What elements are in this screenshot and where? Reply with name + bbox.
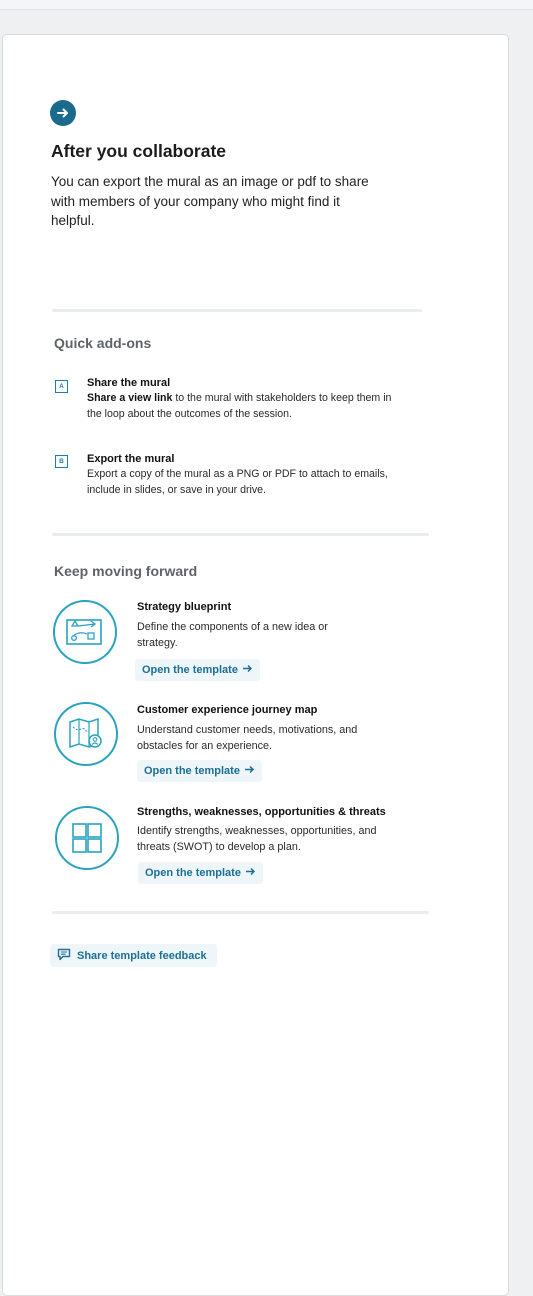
top-bar	[0, 0, 533, 10]
swot-grid-icon[interactable]	[55, 806, 119, 870]
template-title: Strategy blueprint	[137, 601, 232, 613]
template-description: Identify strengths, weaknesses, opportun…	[137, 825, 377, 853]
template-description: Understand customer needs, motivations, …	[137, 724, 358, 752]
journey-map-icon[interactable]	[54, 702, 118, 766]
badge-b: B	[55, 455, 68, 468]
open-template-label: Open the template	[142, 664, 238, 676]
share-feedback-button[interactable]: Share template feedback	[50, 944, 217, 967]
page-title: After you collaborate	[51, 141, 227, 161]
strategy-blueprint-icon[interactable]	[53, 600, 117, 664]
addon-description: Share a view link to the mural with stak…	[87, 391, 397, 422]
divider	[52, 533, 429, 536]
open-template-button[interactable]: Open the template	[137, 760, 262, 782]
comment-icon	[57, 948, 71, 964]
open-template-button[interactable]: Open the template	[135, 659, 260, 681]
template-title: Strengths, weaknesses, opportunities & t…	[137, 806, 386, 818]
intro-text: You can export the mural as an image or …	[51, 174, 369, 228]
divider	[52, 309, 422, 312]
keep-moving-heading: Keep moving forward	[54, 563, 198, 579]
open-template-label: Open the template	[144, 765, 240, 777]
open-template-label: Open the template	[145, 867, 241, 879]
addon-description-bold[interactable]: Share a view link	[87, 392, 172, 404]
addon-title: Share the mural	[87, 377, 171, 389]
arrow-right-icon	[245, 867, 256, 879]
open-template-button[interactable]: Open the template	[138, 862, 263, 884]
addon-description-rest: Export a copy of the mural as a PNG or P…	[87, 468, 388, 496]
arrow-right-icon	[50, 100, 76, 126]
quick-addons-heading: Quick add-ons	[54, 335, 152, 351]
share-feedback-label: Share template feedback	[77, 949, 207, 962]
addon-title: Export the mural	[87, 453, 175, 465]
template-title: Customer experience journey map	[137, 704, 318, 716]
divider	[52, 911, 429, 914]
arrow-right-icon	[242, 664, 253, 676]
template-description: Define the components of a new idea or s…	[137, 621, 328, 649]
addon-description: Export a copy of the mural as a PNG or P…	[87, 467, 397, 498]
arrow-right-icon	[244, 765, 255, 777]
badge-a: A	[55, 380, 68, 393]
